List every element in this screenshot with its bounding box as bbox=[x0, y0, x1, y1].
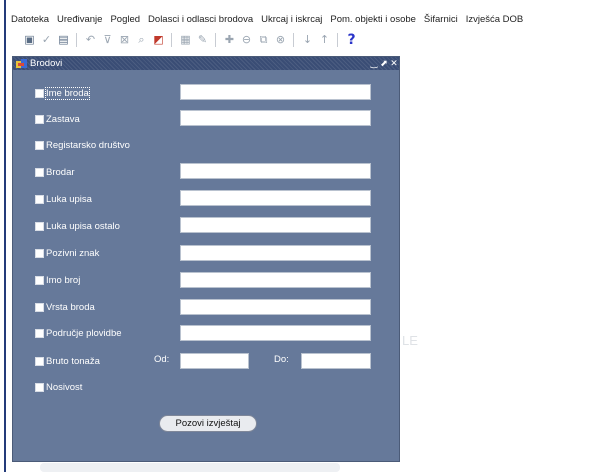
checkbox-registarsko-drustvo[interactable] bbox=[35, 140, 44, 150]
insert-record-icon[interactable]: ✚ bbox=[222, 32, 237, 47]
previous-icon[interactable]: ↑ bbox=[317, 32, 332, 47]
form-row-bruto-tonaza: Bruto tonaža bbox=[35, 353, 100, 369]
label-bruto-tonaza: Bruto tonaža bbox=[46, 355, 100, 367]
form-row-podrucje-plovidbe: Područje plovidbe bbox=[35, 325, 122, 341]
checkbox-luka-upisa[interactable] bbox=[35, 194, 44, 204]
checkbox-imo-broj[interactable] bbox=[35, 275, 44, 285]
menu-izvjesca-dob[interactable]: Izvješća DOB bbox=[463, 14, 529, 25]
checkbox-vrsta-broda[interactable] bbox=[35, 302, 44, 312]
duplicate-icon[interactable]: ⧉ bbox=[256, 32, 271, 47]
label-podrucje-plovidbe: Područje plovidbe bbox=[46, 327, 122, 339]
window-frame-edge bbox=[0, 0, 6, 472]
help-icon[interactable]: ? bbox=[344, 32, 359, 48]
menu-dolasci-i-odlasci-brodova[interactable]: Dolasci i odlasci brodova bbox=[145, 14, 258, 25]
toolbar-separator bbox=[293, 32, 295, 47]
label-imo-broj: Imo broj bbox=[46, 274, 81, 286]
form-row-vrsta-broda: Vrsta broda bbox=[35, 299, 95, 315]
form-row-registarsko-drustvo: Registarsko društvo bbox=[35, 137, 130, 153]
input-ime-broda[interactable] bbox=[180, 84, 371, 100]
close-icon[interactable]: ✕ bbox=[389, 59, 399, 69]
menu-sifarnici[interactable]: Šifarnici bbox=[421, 14, 463, 25]
checkbox-podrucje-plovidbe[interactable] bbox=[35, 328, 44, 338]
checkbox-zastava[interactable] bbox=[35, 114, 44, 124]
label-pozivni-znak: Pozivni znak bbox=[46, 247, 100, 259]
query-icon[interactable]: ⌕ bbox=[134, 32, 149, 47]
label-brodar: Brodar bbox=[46, 166, 75, 178]
input-bruto-tonaza-do[interactable] bbox=[301, 353, 371, 369]
form-row-imo-broj: Imo broj bbox=[35, 272, 80, 288]
form-row-zastava: Zastava bbox=[35, 111, 80, 127]
input-brodar[interactable] bbox=[180, 163, 371, 179]
brodovi-window: Brodovi ‿ ⬈ ✕ Ime broda Zastava Registar… bbox=[12, 56, 400, 462]
label-vrsta-broda: Vrsta broda bbox=[46, 301, 95, 313]
edit-icon[interactable]: ✎ bbox=[195, 32, 210, 47]
check-icon[interactable]: ✓ bbox=[39, 32, 54, 47]
minimize-icon[interactable]: ‿ bbox=[369, 59, 379, 69]
input-podrucje-plovidbe[interactable] bbox=[180, 325, 371, 341]
menu-pom-objekti-i-osobe[interactable]: Pom. objekti i osobe bbox=[327, 14, 421, 25]
app-icon bbox=[16, 58, 27, 69]
menu-bar: Datoteka Uređivanje Pogled Dolasci i odl… bbox=[8, 10, 609, 28]
background-ghost-text bbox=[40, 463, 340, 472]
label-luka-upisa-ostalo: Luka upisa ostalo bbox=[46, 220, 120, 232]
input-luka-upisa-ostalo[interactable] bbox=[180, 217, 371, 233]
input-pozivni-znak[interactable] bbox=[180, 245, 371, 261]
window-titlebar[interactable]: Brodovi ‿ ⬈ ✕ bbox=[13, 57, 399, 70]
print-icon[interactable]: ▤ bbox=[56, 32, 71, 47]
window-title: Brodovi bbox=[30, 58, 63, 69]
label-registarsko-drustvo: Registarsko društvo bbox=[46, 139, 130, 151]
label-ime-broda: Ime broda bbox=[45, 86, 90, 100]
form-row-luka-upisa: Luka upisa bbox=[35, 191, 92, 207]
clear-filter-icon[interactable]: ⊠ bbox=[117, 32, 132, 47]
form-row-ime-broda: Ime broda bbox=[35, 85, 90, 101]
undo-icon[interactable]: ↶ bbox=[83, 32, 98, 47]
form-row-luka-upisa-ostalo: Luka upisa ostalo bbox=[35, 218, 120, 234]
toolbar: ▣ ✓ ▤ ↶ ⊽ ⊠ ⌕ ◩ ▦ ✎ ✚ ⊖ ⧉ ⊗ ↓ ↑ ? bbox=[8, 30, 609, 49]
checkbox-nosivost[interactable] bbox=[35, 382, 44, 392]
restore-icon[interactable]: ⬈ bbox=[379, 59, 389, 69]
menu-uredivanje[interactable]: Uređivanje bbox=[54, 14, 107, 25]
form-row-brodar: Brodar bbox=[35, 164, 75, 180]
list-icon[interactable]: ▦ bbox=[178, 32, 193, 47]
exit-icon[interactable]: ◩ bbox=[151, 32, 166, 47]
label-do: Do: bbox=[274, 354, 289, 365]
input-vrsta-broda[interactable] bbox=[180, 299, 371, 315]
input-imo-broj[interactable] bbox=[180, 272, 371, 288]
menu-ukrcaj-i-iskrcaj[interactable]: Ukrcaj i iskrcaj bbox=[258, 14, 327, 25]
label-od: Od: bbox=[154, 354, 170, 365]
save-icon[interactable]: ▣ bbox=[22, 32, 37, 47]
form-row-pozivni-znak: Pozivni znak bbox=[35, 245, 99, 261]
toolbar-separator bbox=[337, 32, 339, 47]
toolbar-separator bbox=[171, 32, 173, 47]
pozovi-izvjestaj-button[interactable]: Pozovi izvještaj bbox=[159, 415, 257, 432]
menu-pogled[interactable]: Pogled bbox=[107, 14, 145, 25]
checkbox-luka-upisa-ostalo[interactable] bbox=[35, 221, 44, 231]
clear-record-icon[interactable]: ⊗ bbox=[273, 32, 288, 47]
input-zastava[interactable] bbox=[180, 110, 371, 126]
toolbar-separator bbox=[76, 32, 78, 47]
checkbox-pozivni-znak[interactable] bbox=[35, 248, 44, 258]
toolbar-separator bbox=[215, 32, 217, 47]
checkbox-brodar[interactable] bbox=[35, 167, 44, 177]
background-watermark: LE bbox=[402, 333, 418, 348]
next-icon[interactable]: ↓ bbox=[300, 32, 315, 47]
filter-icon[interactable]: ⊽ bbox=[100, 32, 115, 47]
label-luka-upisa: Luka upisa bbox=[46, 193, 92, 205]
form-row-nosivost: Nosivost bbox=[35, 379, 82, 395]
menu-datoteka[interactable]: Datoteka bbox=[8, 14, 54, 25]
input-bruto-tonaza-od[interactable] bbox=[180, 353, 249, 369]
label-nosivost: Nosivost bbox=[46, 381, 83, 393]
label-zastava: Zastava bbox=[46, 113, 80, 125]
input-luka-upisa[interactable] bbox=[180, 190, 371, 206]
delete-record-icon[interactable]: ⊖ bbox=[239, 32, 254, 47]
checkbox-bruto-tonaza[interactable] bbox=[35, 356, 44, 366]
checkbox-ime-broda[interactable] bbox=[35, 88, 44, 98]
